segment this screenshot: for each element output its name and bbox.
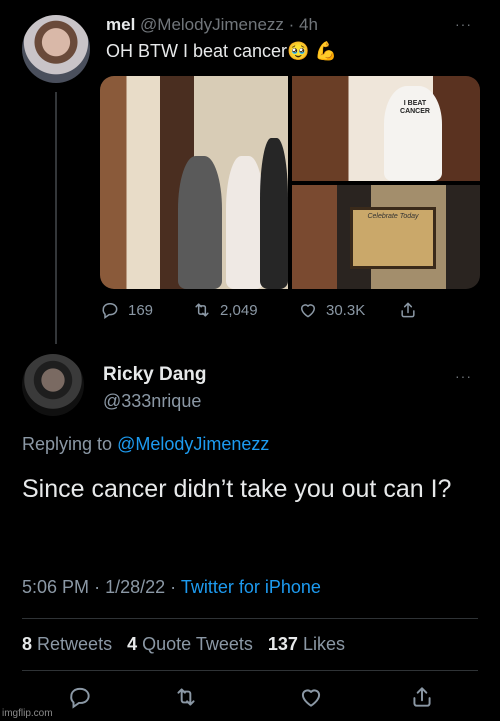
- tweet2-actions: [0, 684, 500, 714]
- plaque-text: Celebrate Today: [367, 213, 419, 220]
- reply-icon: [102, 303, 118, 319]
- tweet2-name[interactable]: Ricky Dang: [103, 364, 206, 386]
- timestamp-separator: ·: [170, 577, 177, 597]
- likes-label: Likes: [302, 634, 345, 654]
- tweet2-text: Since cancer didn’t take you out can I?: [22, 475, 452, 503]
- reply-button[interactable]: [67, 684, 93, 710]
- tweet2-date[interactable]: 1/28/22: [105, 577, 165, 597]
- tweet1-emoji: 🥹 💪: [287, 41, 337, 61]
- tweet1-handle[interactable]: @MelodyJimenezz: [140, 15, 284, 34]
- divider: [22, 670, 478, 671]
- watermark: imgflip.com: [2, 708, 53, 719]
- tweet1-text: OH BTW I beat cancer🥹 💪: [106, 41, 337, 62]
- tweet2-stats: 8 Retweets 4 Quote Tweets 137 Likes: [22, 634, 345, 655]
- like-count: 30.3K: [326, 301, 366, 319]
- like-button[interactable]: [298, 684, 324, 710]
- thread-line: [55, 92, 57, 344]
- tweet2-source-link[interactable]: Twitter for iPhone: [181, 577, 321, 597]
- tweet2-time[interactable]: 5:06 PM: [22, 577, 89, 597]
- quotes-stat[interactable]: 4 Quote Tweets: [127, 634, 253, 654]
- quotes-count: 4: [127, 634, 138, 654]
- timestamp-separator: ·: [94, 577, 101, 597]
- quotes-label: Quote Tweets: [142, 634, 253, 654]
- retweet-count: 2,049: [220, 301, 258, 319]
- reply-icon: [70, 687, 90, 709]
- share-icon: [401, 302, 415, 318]
- tweet1-actions: 169 2,049 30.3K: [100, 300, 430, 324]
- photo-sign-text: I BEAT CANCER: [400, 100, 430, 115]
- reply-button[interactable]: 169: [100, 300, 153, 320]
- retweet-icon: [177, 688, 195, 706]
- likes-count: 137: [267, 634, 298, 654]
- avatar-ricky[interactable]: [22, 354, 84, 416]
- replying-to: Replying to @MelodyJimenezz: [22, 434, 269, 455]
- photo-sign[interactable]: I BEAT CANCER: [292, 76, 480, 181]
- retweets-label: Retweets: [37, 634, 113, 654]
- like-icon: [301, 304, 315, 318]
- tweet1-media[interactable]: I BEAT CANCER Celebrate Today: [100, 76, 480, 289]
- more-icon[interactable]: ···: [455, 16, 472, 32]
- tweet1-header: mel @MelodyJimenezz · 4h: [106, 15, 318, 35]
- replying-prefix: Replying to: [22, 434, 113, 454]
- share-icon: [413, 687, 431, 707]
- replying-mention-link[interactable]: @MelodyJimenezz: [117, 434, 269, 454]
- more-icon[interactable]: ···: [455, 368, 472, 384]
- share-button[interactable]: [398, 300, 418, 320]
- reply-count: 169: [128, 301, 154, 319]
- photo-hallway[interactable]: [100, 76, 288, 289]
- photo-plaque[interactable]: Celebrate Today: [292, 185, 480, 289]
- likes-stat[interactable]: 137 Likes: [268, 634, 345, 654]
- retweet-button[interactable]: [173, 684, 199, 710]
- tweet1-time[interactable]: 4h: [299, 15, 318, 34]
- tweet1-separator: ·: [288, 15, 295, 34]
- retweet-button[interactable]: 2,049: [192, 300, 258, 320]
- retweet-icon: [195, 303, 209, 317]
- tweet1-name[interactable]: mel: [106, 15, 135, 34]
- retweets-count: 8: [22, 634, 33, 654]
- divider: [22, 618, 478, 619]
- retweets-stat[interactable]: 8 Retweets: [22, 634, 112, 654]
- tweet1-body: OH BTW I beat cancer: [106, 41, 288, 61]
- tweet2-timestamp: 5:06 PM · 1/28/22 · Twitter for iPhone: [22, 577, 321, 598]
- avatar-mel[interactable]: [22, 15, 90, 83]
- like-button[interactable]: 30.3K: [298, 300, 365, 320]
- tweet2-handle[interactable]: @333nrique: [103, 391, 201, 412]
- share-button[interactable]: [409, 684, 435, 710]
- like-icon: [301, 689, 321, 707]
